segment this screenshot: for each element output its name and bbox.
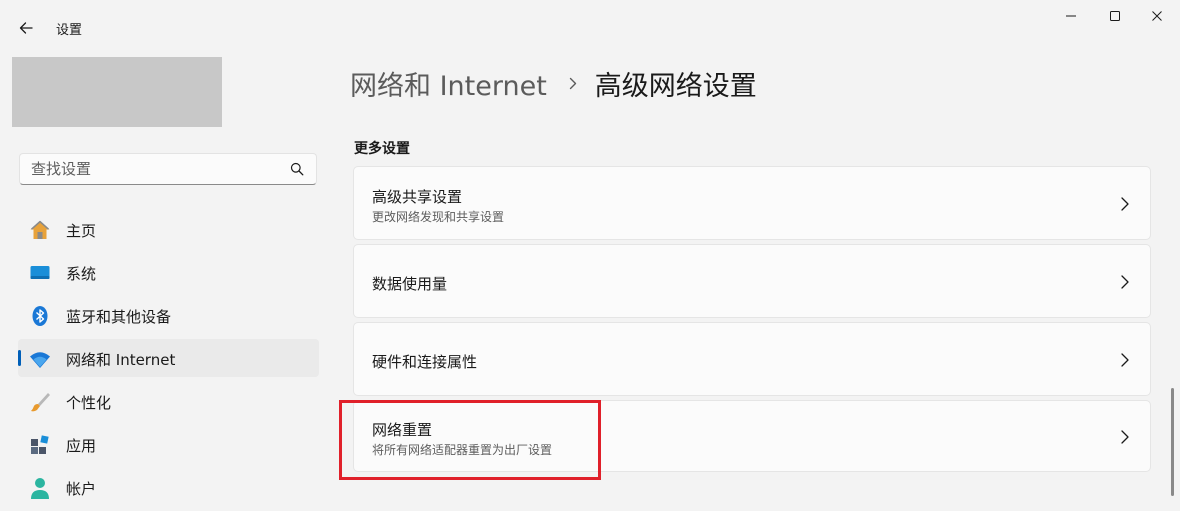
minimize-button[interactable] xyxy=(1048,0,1094,32)
sidebar-item-label: 个性化 xyxy=(66,394,112,412)
user-profile-placeholder[interactable] xyxy=(12,57,222,127)
sidebar-item-network[interactable]: 网络和 Internet xyxy=(18,339,319,377)
card-title: 高级共享设置 xyxy=(372,188,463,206)
card-description: 将所有网络适配器重置为出厂设置 xyxy=(372,443,553,457)
breadcrumb-separator xyxy=(569,77,577,90)
minimize-icon xyxy=(1066,15,1076,17)
close-icon xyxy=(1152,11,1162,21)
close-button[interactable] xyxy=(1134,0,1180,32)
sidebar-item-label: 帐户 xyxy=(66,480,97,498)
search-box[interactable] xyxy=(19,153,317,185)
apps-icon xyxy=(31,435,49,454)
search-icon[interactable] xyxy=(290,162,304,176)
maximize-button[interactable] xyxy=(1092,0,1138,32)
card-description: 更改网络发现和共享设置 xyxy=(372,210,505,224)
sidebar-item-label: 系统 xyxy=(66,265,97,283)
scrollbar-thumb[interactable] xyxy=(1171,388,1174,496)
card-title: 数据使用量 xyxy=(372,275,448,293)
sidebar-item-accounts[interactable]: 帐户 xyxy=(18,468,319,506)
back-button[interactable] xyxy=(12,14,40,42)
sidebar-item-system[interactable]: 系统 xyxy=(18,253,319,291)
home-icon xyxy=(30,220,50,239)
brush-icon xyxy=(31,393,50,412)
account-icon xyxy=(31,478,49,499)
system-icon xyxy=(30,266,50,279)
page-title: 高级网络设置 xyxy=(594,70,757,102)
sidebar-item-personalization[interactable]: 个性化 xyxy=(18,382,319,420)
network-reset-card[interactable]: 网络重置 将所有网络适配器重置为出厂设置 xyxy=(353,400,1151,472)
sidebar-nav: 主页 系统 蓝牙和其他设备 网络和 Internet 个性化 应用 帐户 xyxy=(18,210,319,511)
breadcrumb: 网络和 Internet 高级网络设置 xyxy=(350,62,757,104)
sidebar-item-home[interactable]: 主页 xyxy=(18,210,319,248)
maximize-icon xyxy=(1110,11,1120,21)
card-title: 硬件和连接属性 xyxy=(372,353,478,371)
sidebar-item-label: 网络和 Internet xyxy=(66,351,176,369)
breadcrumb-parent-link[interactable]: 网络和 Internet xyxy=(350,64,547,103)
bluetooth-icon xyxy=(32,306,48,326)
hardware-connection-properties-card[interactable]: 硬件和连接属性 xyxy=(353,322,1151,396)
wifi-icon xyxy=(30,352,50,368)
card-title: 网络重置 xyxy=(372,421,433,439)
back-arrow-icon xyxy=(19,22,33,34)
title-bar: 设置 xyxy=(0,0,1180,56)
window-title: 设置 xyxy=(56,23,83,38)
search-input[interactable] xyxy=(20,154,280,184)
sidebar-item-apps[interactable]: 应用 xyxy=(18,425,319,463)
chevron-right-icon xyxy=(1121,430,1129,444)
chevron-right-icon xyxy=(1121,275,1129,289)
section-heading: 更多设置 xyxy=(354,141,410,157)
sidebar-item-bluetooth[interactable]: 蓝牙和其他设备 xyxy=(18,296,319,334)
chevron-right-icon xyxy=(1121,197,1129,211)
sidebar-item-label: 蓝牙和其他设备 xyxy=(66,308,172,326)
data-usage-card[interactable]: 数据使用量 xyxy=(353,244,1151,318)
sidebar-item-label: 应用 xyxy=(66,437,97,455)
selected-indicator xyxy=(18,350,21,366)
chevron-right-icon xyxy=(1121,353,1129,367)
chevron-right-icon xyxy=(569,77,576,89)
sidebar-item-label: 主页 xyxy=(66,222,97,240)
advanced-sharing-settings-card[interactable]: 高级共享设置 更改网络发现和共享设置 xyxy=(353,166,1151,240)
